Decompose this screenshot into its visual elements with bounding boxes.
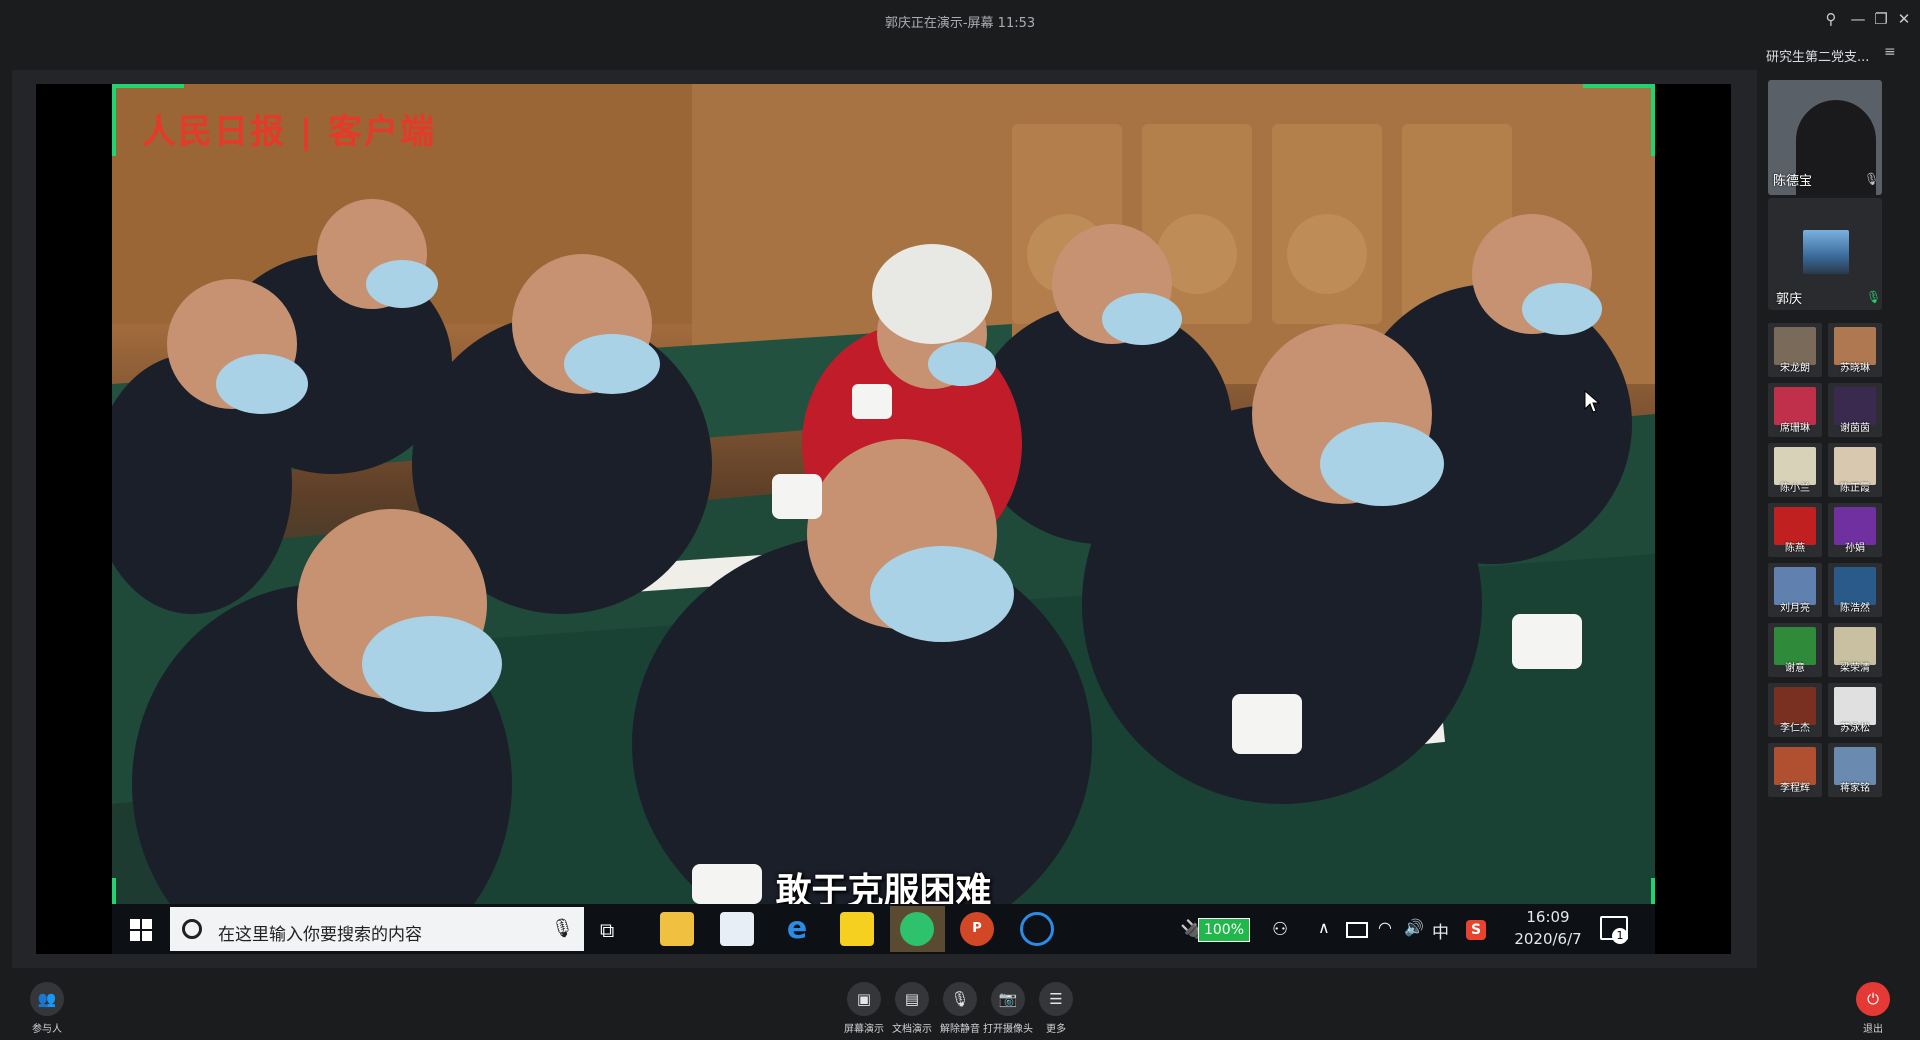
- participant-name: 梁荣清: [1840, 663, 1870, 674]
- participant-tile[interactable]: 陈小兰: [1768, 443, 1822, 497]
- participant-name: 蒋家铭: [1840, 783, 1870, 794]
- participant-name: 谢意: [1785, 663, 1805, 674]
- participant-tile[interactable]: 李程辉: [1768, 743, 1822, 797]
- internet-explorer-icon[interactable]: e: [780, 912, 814, 946]
- participants-label: 参与人: [32, 1024, 62, 1035]
- sogou-ime-icon[interactable]: S: [1466, 920, 1486, 940]
- participant-tile[interactable]: 陈正霞: [1828, 443, 1882, 497]
- participant-name: 苏泳松: [1840, 723, 1870, 734]
- featured-name: 陈德宝: [1773, 174, 1813, 189]
- mic-active-icon: 🎙: [1866, 290, 1882, 304]
- exit-label: 退出: [1863, 1024, 1883, 1035]
- participant-name: 陈浩然: [1840, 603, 1870, 614]
- powerpoint-icon[interactable]: P: [960, 912, 994, 946]
- participant-name: 陈燕: [1785, 543, 1805, 554]
- participant-name: 陈正霞: [1840, 483, 1870, 494]
- room-title[interactable]: 研究生第二党支...: [1766, 46, 1896, 65]
- featured-tile[interactable]: 陈德宝 🎙: [1768, 80, 1882, 195]
- participant-tile[interactable]: 孙娟: [1828, 503, 1882, 557]
- ime-indicator[interactable]: 中: [1432, 918, 1449, 943]
- sticky-notes-icon[interactable]: [840, 912, 874, 946]
- notepad-app-icon[interactable]: [720, 912, 754, 946]
- more-button[interactable]: ☰: [1039, 982, 1073, 1016]
- screen-share-button[interactable]: ▣: [847, 982, 881, 1016]
- unmute-button[interactable]: 🎙: [943, 982, 977, 1016]
- meeting-app-icon[interactable]: [1020, 912, 1054, 946]
- window-title: 郭庆正在演示-屏幕 11:53: [884, 16, 1036, 31]
- wifi-icon[interactable]: ◠: [1378, 918, 1392, 937]
- participant-tile[interactable]: 谢茵茵: [1828, 383, 1882, 437]
- battery-tray-icon[interactable]: [1346, 922, 1368, 938]
- featured-tile[interactable]: 郭庆 🎙: [1768, 198, 1882, 310]
- participant-tile[interactable]: 李仁杰: [1768, 683, 1822, 737]
- list-menu-icon[interactable]: ≡: [1884, 44, 1896, 60]
- video-scene: [112, 84, 1655, 904]
- wechat-icon[interactable]: [900, 912, 934, 946]
- video-subtitle: 敢于克服困难: [775, 871, 992, 904]
- participant-tile[interactable]: 席珊琳: [1768, 383, 1822, 437]
- volume-icon[interactable]: 🔊: [1404, 918, 1424, 937]
- share-region-corner: [112, 84, 184, 88]
- show-hidden-icons-chevron[interactable]: ∧: [1318, 918, 1330, 937]
- microphone-icon[interactable]: 🎙: [551, 918, 574, 939]
- task-view-icon[interactable]: ⧉: [600, 918, 614, 942]
- taskbar-search-placeholder: 在这里输入你要搜索的内容: [218, 925, 422, 945]
- mic-muted-icon: 🎙: [1864, 172, 1880, 186]
- cortana-icon: [182, 919, 202, 939]
- participant-name: 席珊琳: [1780, 423, 1810, 434]
- share-region-corner: [1583, 84, 1655, 88]
- people-icon: 👥: [37, 990, 57, 1008]
- doc-share-button[interactable]: ▤: [895, 982, 929, 1016]
- featured-name: 郭庆: [1776, 292, 1803, 307]
- participant-tile[interactable]: 谢意: [1768, 623, 1822, 677]
- participant-tile[interactable]: 陈燕: [1768, 503, 1822, 557]
- share-region-corner: [1651, 84, 1655, 156]
- participant-name: 谢茵茵: [1840, 423, 1870, 434]
- participant-tile[interactable]: 梁荣清: [1828, 623, 1882, 677]
- shared-video: 人民日报 | 客户端 敢于克服困难: [112, 84, 1655, 904]
- participant-tile[interactable]: 苏泳松: [1828, 683, 1882, 737]
- mouse-cursor-icon: [1584, 389, 1601, 418]
- share-region-corner: [112, 878, 116, 904]
- menu-icon: ☰: [1049, 990, 1063, 1008]
- participant-name: 孙娟: [1845, 543, 1865, 554]
- notification-badge: 1: [1612, 928, 1628, 944]
- pin-icon[interactable]: ⚲: [1818, 6, 1844, 32]
- document-icon: ▤: [904, 990, 920, 1008]
- more-label: 更多: [1046, 1024, 1066, 1035]
- participant-name: 刘月亮: [1780, 603, 1810, 614]
- file-explorer-icon[interactable]: [660, 912, 694, 946]
- participant-tile[interactable]: 蒋家铭: [1828, 743, 1882, 797]
- taskbar-clock-date[interactable]: 2020/6/7: [1506, 930, 1590, 948]
- camera-off-icon: 📷: [998, 990, 1018, 1008]
- participant-name: 李仁杰: [1780, 723, 1810, 734]
- participants-button[interactable]: 👥: [30, 982, 64, 1016]
- screen-share-icon: ▣: [856, 990, 872, 1008]
- participant-tile[interactable]: 宋龙朗: [1768, 323, 1822, 377]
- participant-name: 苏晓琳: [1840, 363, 1870, 374]
- people-icon[interactable]: ⚇: [1272, 919, 1288, 940]
- taskbar-clock-time[interactable]: 16:09: [1518, 908, 1578, 926]
- windows-start-icon[interactable]: [130, 919, 152, 941]
- watermark-logo: 人民日报 | 客户端: [142, 112, 437, 152]
- avatar: [1803, 230, 1849, 274]
- participant-tile[interactable]: 苏晓琳: [1828, 323, 1882, 377]
- participant-name: 宋龙朗: [1780, 363, 1810, 374]
- camera-button[interactable]: 📷: [991, 982, 1025, 1016]
- power-icon: ⏻: [1867, 990, 1879, 1008]
- exit-meeting-button[interactable]: ⏻: [1856, 982, 1890, 1016]
- participant-name: 陈小兰: [1780, 483, 1810, 494]
- participant-name: 李程辉: [1780, 783, 1810, 794]
- close-icon[interactable]: ✕: [1891, 6, 1917, 32]
- share-region-corner: [112, 84, 116, 156]
- participant-tile[interactable]: 刘月亮: [1768, 563, 1822, 617]
- battery-indicator: 100%: [1198, 918, 1250, 942]
- share-region-corner: [1651, 878, 1655, 904]
- mic-muted-icon: 🎙: [950, 990, 970, 1008]
- participant-tile[interactable]: 陈浩然: [1828, 563, 1882, 617]
